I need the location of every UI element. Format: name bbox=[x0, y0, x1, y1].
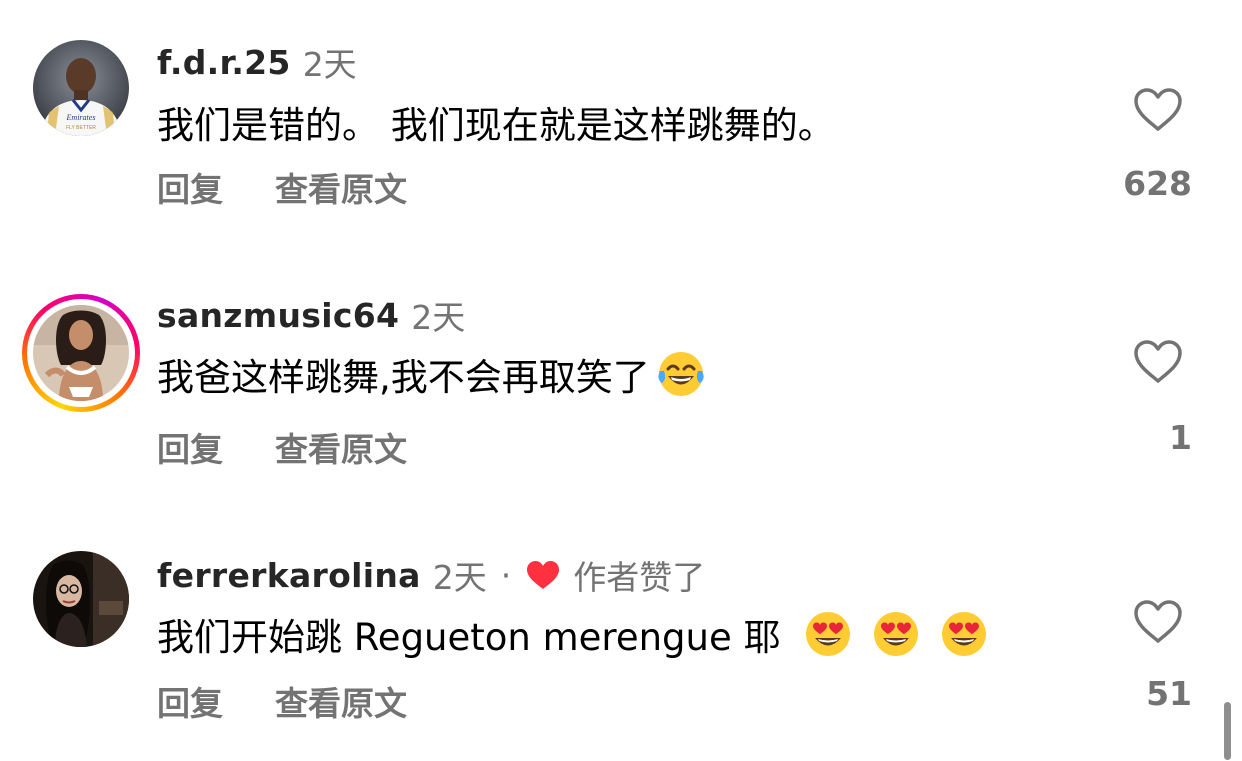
comment-header: f.d.r.25 2天 bbox=[157, 42, 357, 85]
smiling-face-with-heart-eyes-icon bbox=[805, 612, 850, 656]
comment-text: 我们是错的。 我们现在就是这样跳舞的。 bbox=[157, 94, 835, 150]
svg-text:Emirates: Emirates bbox=[66, 113, 96, 122]
comment-text: 我爸这样跳舞,我不会再取笑了 bbox=[157, 346, 706, 402]
comment-time: 2天 bbox=[432, 558, 487, 597]
comment-text-content: 我们开始跳 Regueton merengue 耶 bbox=[157, 616, 781, 659]
face-with-tears-of-joy-icon bbox=[658, 352, 704, 396]
avatar-image bbox=[33, 305, 129, 401]
heart-outline-icon[interactable] bbox=[1132, 598, 1184, 646]
see-original-button[interactable]: 查看原文 bbox=[275, 163, 407, 211]
avatar-photo-icon bbox=[33, 551, 129, 647]
author-liked-label: 作者赞了 bbox=[573, 558, 706, 597]
username[interactable]: ferrerkarolina bbox=[157, 556, 421, 595]
comment-actions: 回复 查看原文 bbox=[157, 425, 407, 469]
comment-header: ferrerkarolina 2天 · 作者赞了 bbox=[157, 555, 705, 598]
heart-outline-icon[interactable] bbox=[1132, 338, 1184, 386]
like-count: 51 bbox=[1146, 674, 1192, 713]
svg-text:FLY BETTER: FLY BETTER bbox=[66, 125, 96, 131]
reply-button[interactable]: 回复 bbox=[157, 163, 223, 211]
scrollbar[interactable] bbox=[1224, 702, 1231, 760]
avatar-photo-icon: Emirates FLY BETTER bbox=[33, 40, 129, 136]
comment-header: sanzmusic64 2天 bbox=[157, 295, 465, 338]
avatar-photo-icon bbox=[33, 305, 129, 401]
comment-item: sanzmusic64 2天 我爸这样跳舞,我不会再取笑了 回复 查看原文 1 bbox=[0, 250, 1242, 490]
story-ring bbox=[22, 294, 140, 412]
like-count: 628 bbox=[1123, 164, 1192, 203]
comment-time: 2天 bbox=[302, 45, 357, 84]
heart-filled-icon bbox=[527, 561, 560, 589]
separator-dot: · bbox=[500, 555, 512, 595]
comment-actions: 回复 查看原文 bbox=[157, 165, 407, 209]
comment-text-content: 我爸这样跳舞,我不会再取笑了 bbox=[157, 356, 650, 399]
avatar[interactable] bbox=[22, 294, 140, 412]
see-original-button[interactable]: 查看原文 bbox=[275, 423, 407, 471]
comment-item: ferrerkarolina 2天 · 作者赞了 我们开始跳 Regueton … bbox=[0, 510, 1242, 761]
smiling-face-with-heart-eyes-icon bbox=[873, 612, 918, 656]
see-original-button[interactable]: 查看原文 bbox=[275, 677, 407, 725]
like-count: 1 bbox=[1169, 418, 1192, 457]
comment-text: 我们开始跳 Regueton merengue 耶 bbox=[157, 606, 989, 662]
comment-time: 2天 bbox=[411, 298, 466, 337]
username[interactable]: f.d.r.25 bbox=[157, 43, 291, 82]
avatar[interactable] bbox=[22, 540, 140, 658]
avatar-image bbox=[33, 551, 129, 647]
reply-button[interactable]: 回复 bbox=[157, 423, 223, 471]
comment-item: Emirates FLY BETTER f.d.r.25 2天 我们是错的。 我… bbox=[0, 0, 1242, 240]
avatar-image: Emirates FLY BETTER bbox=[33, 40, 129, 136]
avatar[interactable]: Emirates FLY BETTER bbox=[22, 29, 140, 147]
username[interactable]: sanzmusic64 bbox=[157, 296, 399, 335]
comment-text-content: 我们是错的。 我们现在就是这样跳舞的。 bbox=[157, 104, 835, 147]
comment-actions: 回复 查看原文 bbox=[157, 679, 407, 723]
heart-outline-icon[interactable] bbox=[1132, 86, 1184, 134]
reply-button[interactable]: 回复 bbox=[157, 677, 223, 725]
smiling-face-with-heart-eyes-icon bbox=[941, 612, 986, 656]
comments-list: Emirates FLY BETTER f.d.r.25 2天 我们是错的。 我… bbox=[0, 0, 1242, 761]
